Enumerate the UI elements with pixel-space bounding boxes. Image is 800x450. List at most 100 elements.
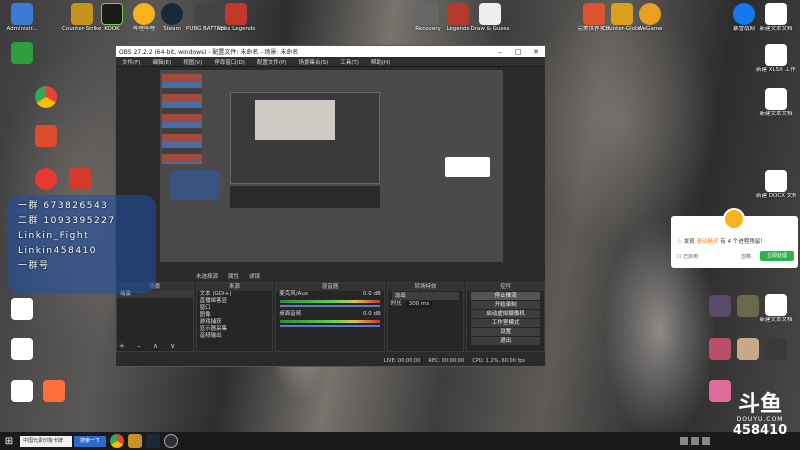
volume-slider[interactable]: [280, 325, 380, 327]
app-icon: [43, 380, 65, 402]
csgo-icon[interactable]: [128, 434, 142, 448]
exit-button[interactable]: 退出: [471, 337, 540, 345]
sources-dock-header: 来源: [196, 283, 273, 291]
volume-meter: [280, 320, 380, 323]
stream-info-overlay: 一群 673826543 二群 1093395227 Linkin_Fight …: [8, 195, 156, 293]
desktop-icon-2[interactable]: [2, 42, 42, 65]
document-icon: [11, 298, 33, 320]
csgo-icon: [71, 3, 93, 25]
menu-profile[interactable]: 配置文件(P): [251, 58, 293, 66]
sources-dock: 来源 文本 (GDI+) 直播姬客显 窗口 图像 游戏捕获 显示器采集 音频输出: [195, 282, 274, 352]
minimize-icon[interactable]: –: [491, 48, 509, 56]
menu-view[interactable]: 视图(V): [177, 58, 208, 66]
dismiss-button[interactable]: 忽略: [741, 253, 751, 260]
menu-tools[interactable]: 工具(T): [334, 58, 365, 66]
popup-message-suffix: 有 4 个进程残留！: [720, 239, 766, 245]
obs-title-bar[interactable]: OBS 27.2.2 (64-bit, windows) - 配置文件: 未命名…: [116, 46, 545, 57]
source-item[interactable]: 窗口: [197, 305, 273, 312]
source-item[interactable]: 显示器采集: [197, 326, 273, 333]
tray-icon[interactable]: [691, 437, 699, 445]
desktop-icon-chrome[interactable]: [26, 86, 66, 109]
chrome-icon: [35, 86, 57, 108]
volume-meter: [280, 300, 380, 303]
mixer-channel-db: 0.0 dB: [362, 311, 381, 317]
handle-now-button[interactable]: 立即处理: [760, 251, 794, 261]
filters-button[interactable]: 滤镜: [249, 272, 260, 280]
start-recording-button[interactable]: 开始录制: [471, 301, 540, 309]
wegame-icon: [639, 3, 661, 25]
desktop-icon-avatar-5[interactable]: [756, 338, 796, 361]
overlay-line-group1: 一群 673826543: [18, 201, 109, 211]
preview-left-icons: [162, 74, 202, 164]
virtual-camera-button[interactable]: 启动虚拟摄像机: [471, 310, 540, 318]
scenes-dock-actions[interactable]: + – ∧ ∨: [119, 342, 180, 350]
rec-timer: REC: 00:00:00: [428, 358, 465, 364]
studio-mode-button[interactable]: 工作室模式: [471, 319, 540, 327]
chrome-icon[interactable]: [110, 434, 124, 448]
desktop-icon-txt-2[interactable]: 新建文本文档: [756, 88, 796, 117]
desktop-icon-txt-1[interactable]: 新建文本文档: [756, 3, 796, 32]
desktop-icon-8[interactable]: [2, 338, 42, 361]
overlay-line-tiktok: Linkin458410: [18, 246, 97, 256]
mixer-dock-header: 混音器: [276, 283, 384, 291]
desktop-icon-7[interactable]: [2, 298, 42, 321]
desktop-icon-6[interactable]: [60, 168, 100, 191]
stop-streaming-button[interactable]: 停止推流: [471, 292, 540, 300]
settings-button[interactable]: 设置: [471, 328, 540, 336]
obs-icon[interactable]: [164, 434, 178, 448]
app-icon: [69, 168, 91, 190]
transition-select[interactable]: 淡出: [391, 292, 460, 300]
desktop-icon-avatar-2[interactable]: [728, 295, 768, 318]
app-icon: [35, 125, 57, 147]
menu-docks[interactable]: 停靠窗口(D): [208, 58, 251, 66]
transition-duration: 时长 300 ms: [388, 301, 464, 308]
desktop-icon-draw-guess[interactable]: Draw & Guess: [470, 3, 510, 32]
maximize-icon[interactable]: □: [509, 48, 527, 56]
obs-preview[interactable]: [160, 70, 503, 262]
apex-icon: [225, 3, 247, 25]
windows-start-icon[interactable]: ⊞: [0, 436, 18, 447]
pubg-icon: [195, 3, 217, 25]
mixer-channel-label: 麦克风/Aux 0.0 dB: [276, 291, 383, 298]
desktop-icon-4[interactable]: [26, 125, 66, 148]
popup-checkbox[interactable]: ☐ 已启用: [677, 253, 698, 260]
source-item[interactable]: 图像: [197, 312, 273, 319]
properties-button[interactable]: 属性: [228, 272, 239, 280]
popup-message-highlight: 驱动精灵: [696, 239, 719, 245]
desktop-icon-10[interactable]: [34, 380, 74, 403]
mixer-channel-db: 0.0 dB: [362, 291, 381, 297]
volume-slider[interactable]: [280, 305, 380, 307]
system-tray: [680, 437, 710, 445]
douyu-site: DOUYU.COM: [736, 416, 784, 423]
taskbar-search-input[interactable]: 中国元素印象卡牌: [20, 435, 72, 447]
desktop-icon-docx[interactable]: 新建 DOCX 文档: [756, 170, 796, 199]
steam-icon: [161, 3, 183, 25]
user-folder-icon: [11, 3, 33, 25]
close-icon[interactable]: ✕: [527, 48, 545, 56]
controls-dock: 控件 停止推流 开始录制 启动虚拟摄像机 工作室模式 设置 退出: [466, 282, 545, 352]
desktop-icon-apex[interactable]: Apex Legends: [216, 3, 256, 32]
obs-window[interactable]: OBS 27.2.2 (64-bit, windows) - 配置文件: 未命名…: [115, 45, 546, 367]
douyu-logo: 斗鱼: [737, 391, 782, 417]
menu-scene-collection[interactable]: 场景集合(S): [292, 58, 334, 66]
source-item[interactable]: 游戏捕获: [197, 319, 273, 326]
search-button[interactable]: 搜索一下: [74, 435, 106, 447]
menu-help[interactable]: 帮助(H): [365, 58, 396, 66]
duration-input[interactable]: 300 ms: [405, 301, 433, 308]
tray-icon[interactable]: [702, 437, 710, 445]
desktop-icon-xlsx[interactable]: 新建 XLSX 工作表: [756, 44, 796, 73]
tray-icon[interactable]: [680, 437, 688, 445]
warning-icon: ⚠: [677, 239, 682, 245]
menu-file[interactable]: 文件(F): [116, 58, 146, 66]
menu-edit[interactable]: 编辑(E): [146, 58, 177, 66]
popup-checkbox-label: 已启用: [683, 254, 699, 260]
source-item[interactable]: 文本 (GDI+): [197, 291, 273, 298]
source-item[interactable]: 直播姬客显: [197, 298, 273, 305]
obs-window-title: OBS 27.2.2 (64-bit, windows) - 配置文件: 未命名…: [119, 49, 299, 56]
desktop-icon-administrator[interactable]: Administr...: [2, 3, 42, 32]
duration-label: 时长: [390, 301, 402, 307]
desktop-icon-wegame[interactable]: WeGame: [630, 3, 670, 32]
controls-dock-header: 控件: [467, 283, 544, 291]
source-item[interactable]: 音频输出: [197, 333, 273, 340]
steam-icon[interactable]: [146, 434, 160, 448]
